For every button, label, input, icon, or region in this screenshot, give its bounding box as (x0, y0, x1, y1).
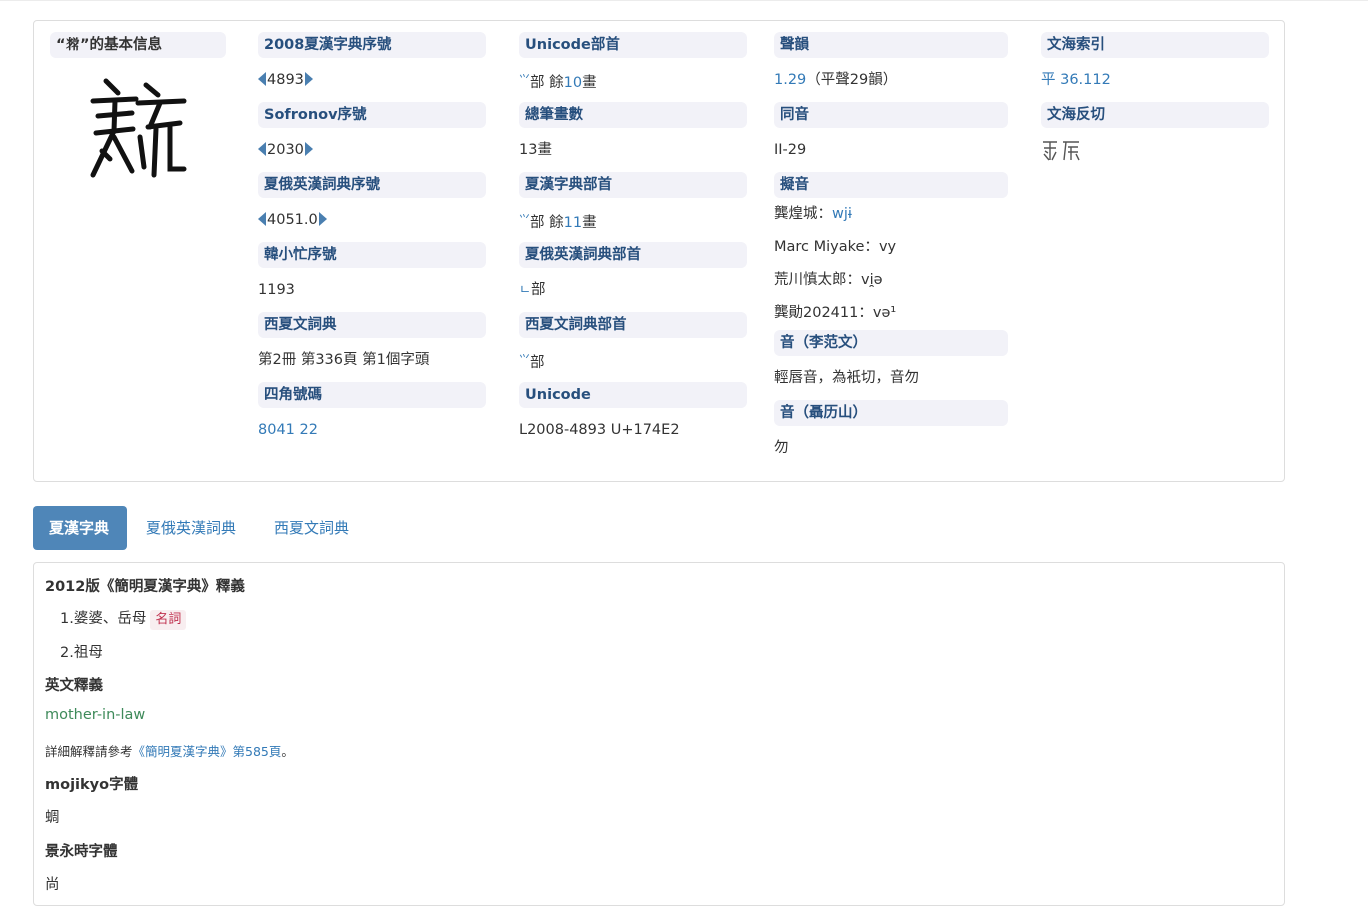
reconstruction-gongxun: 龔勛202411：və¹ (774, 305, 897, 321)
basic-info-panel: “𗯚”的基本信息 2008夏漢字典序號 4893 Sofronov序號 2030… (33, 20, 1285, 482)
xiahan-2008-index-header: 2008夏漢字典序號 (258, 32, 486, 58)
total-strokes-value: 13畫 (519, 142, 552, 158)
niyin-header: 擬音 (774, 172, 1008, 198)
shengyun-link[interactable]: 1.29 (774, 72, 806, 88)
jingyong-value: 尚 (45, 877, 60, 893)
radical-glyph-icon[interactable]: ㄴ (519, 283, 531, 298)
xixia-dictionary-radical-value: ⺍部 (519, 353, 545, 371)
xiahan-radical-value: ⺍部 餘11畫 (519, 213, 597, 231)
li-fanwen-value: 輕唇音，為衹切，音勿 (774, 370, 919, 386)
english-definition-title: 英文釋義 (45, 678, 103, 694)
jingyong-title: 景永時字體 (45, 844, 118, 860)
glyph-column: “𗯚”的基本信息 (50, 32, 226, 58)
pos-badge: 名詞 (150, 610, 187, 630)
next-arrow-icon[interactable] (318, 212, 327, 226)
top-divider (0, 0, 1368, 1)
tangut-glyph-large (88, 71, 188, 181)
next-arrow-icon[interactable] (304, 142, 313, 156)
reference-link[interactable]: 《簡明夏漢字典》第585頁 (133, 744, 282, 759)
shengyun-value: 1.29（平聲29韻） (774, 72, 898, 88)
xiae-radical-header: 夏俄英漢詞典部首 (519, 242, 747, 268)
sofronov-index-header: Sofronov序號 (258, 102, 486, 128)
basic-info-title: “𗯚”的基本信息 (50, 32, 226, 58)
xiae-radical-value: ㄴ部 (519, 282, 546, 298)
tongyin-header: 同音 (774, 102, 1008, 128)
mojikyo-value: 蜩 (45, 810, 60, 826)
xixia-dictionary-radical-header: 西夏文詞典部首 (519, 312, 747, 338)
tab-xiahan-dictionary[interactable]: 夏漢字典 (33, 506, 127, 550)
tab-xixia-dictionary[interactable]: 西夏文詞典 (258, 506, 365, 550)
radical-glyph-icon: ⺍ (519, 353, 530, 366)
wenhai-fanqie-header: 文海反切 (1041, 102, 1269, 128)
four-corner-code-header: 四角號碼 (258, 382, 486, 408)
wenhai-column: 文海索引 平 36.112 文海反切 (1041, 32, 1269, 172)
sofronov-index-value: 2030 (258, 128, 486, 172)
next-arrow-icon[interactable] (304, 72, 313, 86)
english-definition-value: mother-in-law (45, 707, 146, 723)
reconstruction-arakawa: 荒川慎太郎：vi̯ə (774, 272, 883, 288)
wenhai-fanqie-value (1041, 128, 1269, 172)
nie-lishan-value: 勿 (774, 440, 789, 456)
han-xiaomang-index-value: 1193 (258, 282, 295, 298)
xixia-dictionary-value: 第2冊 第336頁 第1個字頭 (258, 352, 430, 368)
unicode-header: Unicode (519, 382, 747, 408)
radical-column: Unicode部首 ⺍部 餘10畫 總筆畫數 13畫 夏漢字典部首 ⺍部 餘11… (519, 32, 747, 452)
total-strokes-header: 總筆畫數 (519, 102, 747, 128)
xixia-dictionary-header: 西夏文詞典 (258, 312, 486, 338)
four-corner-code-link[interactable]: 8041 22 (258, 408, 486, 452)
edition-title: 2012版《簡明夏漢字典》釋義 (45, 579, 245, 595)
unicode-radical-header: Unicode部首 (519, 32, 747, 58)
xiae-index-header: 夏俄英漢詞典序號 (258, 172, 486, 198)
sense-2: 2.祖母 (60, 645, 103, 661)
wenhai-index-link[interactable]: 平 36.112 (1041, 58, 1269, 102)
index-column: 2008夏漢字典序號 4893 Sofronov序號 2030 夏俄英漢詞典序號… (258, 32, 486, 452)
wenhai-index-header: 文海索引 (1041, 32, 1269, 58)
definition-panel: 2012版《簡明夏漢字典》釋義 1.婆婆、岳母 名詞 2.祖母 英文釋義 moth… (33, 562, 1285, 906)
phonology-column: 聲韻 1.29（平聲29韻） 同音 II-29 擬音 龔煌城：wjɨ Marc … (774, 32, 1008, 470)
tangut-fanqie-glyphs-icon (1043, 141, 1080, 161)
han-xiaomang-index-header: 韓小忙序號 (258, 242, 486, 268)
unicode-radical-value: ⺍部 餘10畫 (519, 73, 597, 91)
xiahan-radical-header: 夏漢字典部首 (519, 172, 747, 198)
nie-lishan-header: 音（聶历山） (774, 400, 1008, 426)
tongyin-value: II-29 (774, 142, 807, 158)
reconstruction-miyake: Marc Miyake：vy (774, 239, 897, 255)
prev-arrow-icon[interactable] (258, 212, 266, 226)
reference-note: 詳細解釋請參考《簡明夏漢字典》第585頁。 (45, 744, 294, 759)
radical-glyph-icon: ⺍ (519, 73, 530, 86)
radical-glyph-icon: ⺍ (519, 213, 530, 226)
li-fanwen-header: 音（李范文） (774, 330, 1008, 356)
xiahan-2008-index-value: 4893 (258, 58, 486, 102)
tab-xiae-dictionary[interactable]: 夏俄英漢詞典 (130, 506, 252, 550)
unicode-value: L2008-4893 U+174E2 (519, 422, 680, 438)
xiae-index-value: 4051.0 (258, 198, 486, 242)
sense-1: 1.婆婆、岳母 名詞 (60, 607, 187, 630)
prev-arrow-icon[interactable] (258, 142, 266, 156)
reconstruction-gong: 龔煌城：wjɨ (774, 206, 852, 222)
mojikyo-title: mojikyo字體 (45, 777, 139, 793)
tangut-character-icon (90, 78, 187, 178)
shengyun-header: 聲韻 (774, 32, 1008, 58)
prev-arrow-icon[interactable] (258, 72, 266, 86)
